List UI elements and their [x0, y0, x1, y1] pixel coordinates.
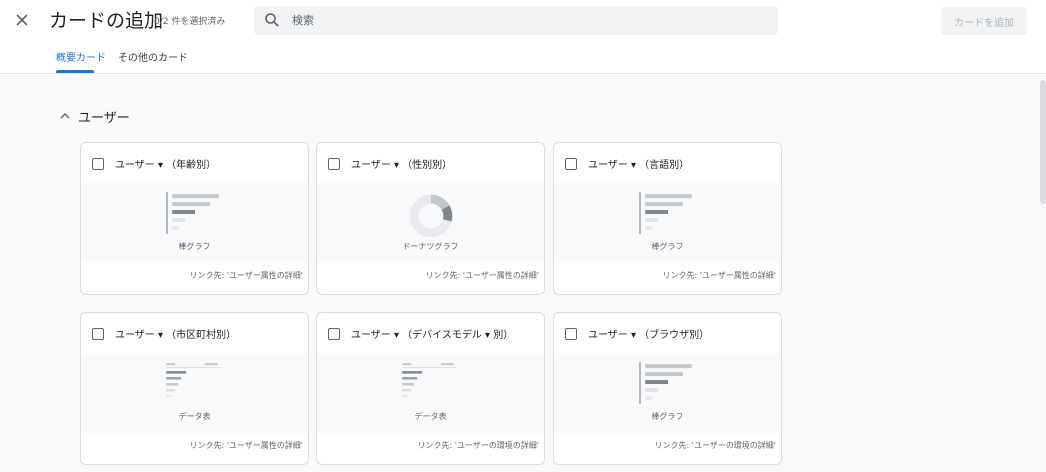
bar-chart-icon	[166, 192, 219, 234]
card-footer: リンク先: 'ユーザー属性の詳細'	[81, 433, 308, 464]
chart-type-label: データ表	[178, 412, 211, 421]
card-preview: データ表	[81, 353, 308, 433]
card-preview: 棒グラフ	[554, 353, 781, 433]
card-link[interactable]: リンク先: 'ユーザー属性の詳細'	[426, 270, 539, 281]
card-link[interactable]: リンク先: 'ユーザー属性の詳細'	[190, 270, 303, 281]
search-input[interactable]	[292, 6, 772, 35]
card-preview: データ表	[317, 353, 544, 433]
card-header: ユーザー ▾ （市区町村別）	[81, 313, 308, 353]
chart-type-label: 棒グラフ	[651, 242, 684, 251]
card-users-by-language[interactable]: ユーザー ▾ （言語別） 棒グラフ リンク先: 'ユーザー属性の詳細'	[553, 142, 782, 295]
card-title: ユーザー ▾ （性別別）	[351, 160, 453, 171]
card-footer: リンク先: 'ユーザー属性の詳細'	[554, 263, 781, 294]
card-checkbox[interactable]	[565, 158, 577, 170]
card-checkbox[interactable]	[328, 158, 340, 170]
bar-chart-icon	[639, 192, 692, 234]
card-checkbox[interactable]	[565, 328, 577, 340]
card-users-by-city[interactable]: ユーザー ▾ （市区町村別） データ表 リンク先: 'ユーザー属性の詳細'	[80, 312, 309, 465]
tab-overview-cards[interactable]: 概要カード	[56, 49, 106, 64]
card-header: ユーザー ▾ （言語別）	[554, 143, 781, 183]
card-link[interactable]: リンク先: 'ユーザー属性の詳細'	[663, 270, 776, 281]
card-footer: リンク先: 'ユーザーの環境の詳細'	[317, 433, 544, 464]
search-icon	[265, 13, 279, 27]
card-link[interactable]: リンク先: 'ユーザーの環境の詳細'	[418, 440, 539, 451]
dialog-header: カードの追加 0/2 件を選択済み カードを追加 概要カード その他のカード	[0, 0, 1046, 74]
scrollbar[interactable]	[1040, 80, 1046, 204]
card-title: ユーザー ▾ （年齢別）	[115, 160, 217, 171]
dialog-title: カードの追加	[49, 10, 164, 32]
card-title: ユーザー ▾ （ブラウザ別）	[588, 330, 710, 341]
chart-type-label: 棒グラフ	[651, 412, 684, 421]
bar-chart-icon	[639, 362, 692, 404]
card-footer: リンク先: 'ユーザーの環境の詳細'	[554, 433, 781, 464]
add-card-button[interactable]: カードを追加	[941, 7, 1027, 35]
close-button[interactable]	[10, 8, 34, 32]
card-footer: リンク先: 'ユーザー属性の詳細'	[81, 263, 308, 294]
active-tab-indicator	[56, 70, 94, 73]
selection-count: 0/2 件を選択済み	[154, 17, 226, 27]
card-header: ユーザー ▾ （年齢別）	[81, 143, 308, 183]
chevron-up-icon[interactable]	[59, 111, 71, 121]
close-icon	[16, 14, 28, 26]
card-title: ユーザー ▾ （デバイスモデル ▾ 別）	[351, 330, 514, 341]
card-users-by-device-model[interactable]: ユーザー ▾ （デバイスモデル ▾ 別） データ表 リンク先: 'ユーザーの環境…	[316, 312, 545, 465]
chart-type-label: 棒グラフ	[178, 242, 211, 251]
card-footer: リンク先: 'ユーザー属性の詳細'	[317, 263, 544, 294]
card-checkbox[interactable]	[92, 158, 104, 170]
card-header: ユーザー ▾ （性別別）	[317, 143, 544, 183]
card-link[interactable]: リンク先: 'ユーザー属性の詳細'	[190, 440, 303, 451]
data-table-icon	[166, 363, 221, 398]
card-users-by-age[interactable]: ユーザー ▾ （年齢別） 棒グラフ リンク先: 'ユーザー属性の詳細'	[80, 142, 309, 295]
chart-type-label: ドーナツグラフ	[402, 242, 459, 251]
section-title[interactable]: ユーザー	[78, 107, 130, 126]
card-header: ユーザー ▾ （デバイスモデル ▾ 別）	[317, 313, 544, 353]
chart-type-label: データ表	[414, 412, 447, 421]
card-users-by-gender[interactable]: ユーザー ▾ （性別別） ドーナツグラフ リンク先: 'ユーザー属性の詳細'	[316, 142, 545, 295]
card-preview: 棒グラフ	[81, 183, 308, 263]
data-table-icon	[402, 363, 457, 398]
tab-other-cards[interactable]: その他のカード	[118, 49, 188, 64]
card-checkbox[interactable]	[92, 328, 104, 340]
card-users-by-browser[interactable]: ユーザー ▾ （ブラウザ別） 棒グラフ リンク先: 'ユーザーの環境の詳細'	[553, 312, 782, 465]
card-title: ユーザー ▾ （市区町村別）	[115, 330, 237, 341]
card-preview: ドーナツグラフ	[317, 183, 544, 263]
card-title: ユーザー ▾ （言語別）	[588, 160, 690, 171]
donut-chart-icon	[409, 194, 453, 238]
card-header: ユーザー ▾ （ブラウザ別）	[554, 313, 781, 353]
card-checkbox[interactable]	[328, 328, 340, 340]
card-link[interactable]: リンク先: 'ユーザーの環境の詳細'	[655, 440, 776, 451]
card-preview: 棒グラフ	[554, 183, 781, 263]
